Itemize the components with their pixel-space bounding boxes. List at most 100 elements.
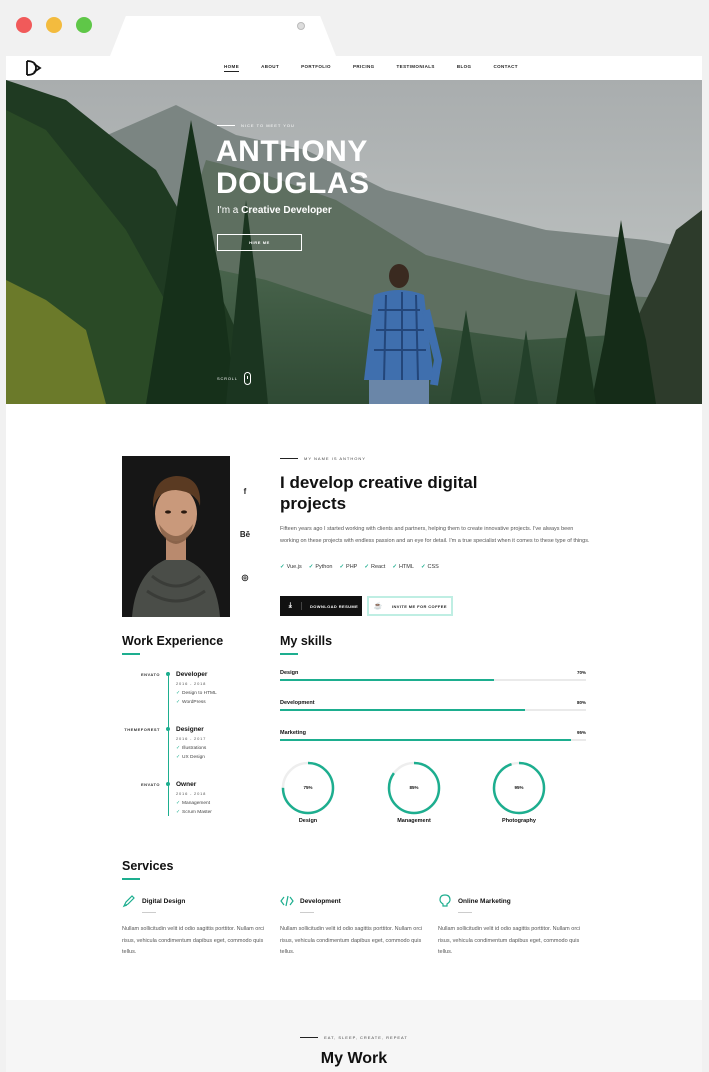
skill-circle: 75%	[280, 760, 336, 816]
about-eyebrow-text: MY NAME IS ANTHONY	[304, 456, 366, 461]
skill-percent: 70%	[576, 670, 586, 675]
navbar: HOME ABOUT PORTFOLIO PRICING TESTIMONIAL…	[6, 56, 702, 80]
nav-pricing[interactable]: PRICING	[353, 64, 375, 69]
timeline-bullet: ✓ Design to HTML	[176, 691, 217, 696]
timeline-company: ENVATO	[140, 782, 160, 787]
download-resume-button[interactable]: ⤓ DOWNLOAD RESUME	[280, 596, 362, 616]
skill-percent: 80%	[576, 700, 586, 705]
service-text: Nullam sollicitudin velit id odio sagitt…	[122, 926, 265, 955]
timeline-bullet: ✓ WordPress	[176, 700, 206, 705]
heading-underline	[122, 653, 140, 655]
service-divider	[458, 912, 472, 913]
circle-percent: 85%	[409, 785, 419, 790]
profile-photo	[122, 456, 230, 617]
skills-title: My skills	[280, 634, 333, 648]
tech-label: Vue.js	[286, 564, 302, 570]
nav-portfolio[interactable]: PORTFOLIO	[301, 64, 331, 69]
nav-blog[interactable]: BLOG	[457, 64, 472, 69]
tech-label: React	[370, 564, 386, 570]
code-icon	[280, 895, 294, 907]
skill-name: Design	[280, 670, 299, 676]
nav-about[interactable]: ABOUT	[261, 64, 279, 69]
nav-testimonials[interactable]: TESTIMONIALS	[397, 64, 435, 69]
work-experience-title: Work Experience	[122, 634, 224, 648]
timeline-dot	[166, 727, 170, 731]
timeline-years: 2016 - 2017	[176, 736, 207, 741]
check-icon: ✓	[364, 564, 369, 570]
skill-track	[280, 709, 586, 711]
timeline-role: Developer	[176, 671, 208, 678]
timeline-bullet: ✓ Management	[176, 801, 210, 806]
minimize-window-button[interactable]	[46, 17, 62, 33]
hero-eyebrow-text: NICE TO MEET YOU	[241, 123, 295, 128]
about-title: I develop creative digital projects	[280, 473, 478, 513]
check-icon: ✓	[392, 564, 397, 570]
circle-label: Management	[397, 818, 431, 824]
hire-me-button[interactable]: HIRE ME	[217, 234, 302, 251]
hero-role-prefix: I'm a	[217, 205, 242, 216]
tech-item: ✓ CSS	[421, 564, 439, 570]
invite-coffee-button[interactable]: ☕ INVITE ME FOR COFFEE	[367, 596, 453, 616]
my-work-section: EAT, SLEEP, CREATE, REPEAT My Work	[6, 1000, 702, 1072]
timeline-bullet: ✓ Illustrations	[176, 746, 206, 751]
skill-name: Marketing	[280, 730, 306, 736]
service-title: Digital Design	[142, 898, 186, 905]
check-icon: ✓	[420, 564, 426, 570]
check-icon: ✓	[176, 801, 181, 806]
check-icon: ✓	[176, 746, 181, 751]
tech-item: ✓ HTML	[392, 564, 414, 570]
close-window-button[interactable]	[16, 17, 32, 33]
circle-percent: 75%	[303, 785, 313, 790]
my-work-eyebrow: EAT, SLEEP, CREATE, REPEAT	[6, 1035, 702, 1040]
skill-circle: 95%	[491, 760, 547, 816]
coffee-icon: ☕	[373, 603, 383, 610]
about-text: Fifteen years ago I started working with…	[280, 526, 590, 544]
check-icon: ✓	[280, 564, 285, 570]
service-divider	[300, 912, 314, 913]
tech-item: ✓ Vue.js	[280, 564, 302, 570]
check-icon: ✓	[176, 755, 181, 760]
skill-circle: 85%	[386, 760, 442, 816]
timeline-bullet: ✓ Scrum Master	[176, 810, 212, 815]
timeline-role: Designer	[176, 726, 204, 733]
tech-label: CSS	[427, 564, 439, 570]
hero-eyebrow: NICE TO MEET YOU	[217, 123, 295, 128]
pen-icon	[122, 895, 135, 908]
service-text: Nullam sollicitudin velit id odio sagitt…	[438, 926, 581, 955]
my-work-eyebrow-text: EAT, SLEEP, CREATE, REPEAT	[324, 1035, 408, 1040]
eyebrow-line	[280, 457, 298, 460]
check-icon: ✓	[176, 691, 181, 696]
tech-label: HTML	[398, 564, 414, 570]
logo-icon[interactable]	[24, 59, 44, 77]
timeline-years: 2016 - 2018	[176, 681, 207, 686]
skill-track	[280, 679, 586, 681]
nav-contact[interactable]: CONTACT	[493, 64, 517, 69]
tech-item: ✓ Python	[309, 564, 333, 570]
about-eyebrow: MY NAME IS ANTHONY	[280, 456, 366, 461]
scroll-indicator[interactable]: SCROLL	[217, 372, 251, 385]
skill-name: Development	[280, 700, 315, 706]
eyebrow-line	[300, 1036, 319, 1039]
skill-fill	[280, 739, 571, 741]
skill-track	[280, 739, 586, 741]
nav-home[interactable]: HOME	[224, 64, 240, 72]
skill-percent: 95%	[576, 730, 586, 735]
tech-label: Python	[315, 564, 333, 570]
bullet-text: Illustrations	[182, 746, 207, 751]
facebook-icon[interactable]: f	[238, 487, 252, 496]
hero-name-first: ANTHONY	[216, 135, 368, 168]
maximize-window-button[interactable]	[76, 17, 92, 33]
my-work-title: My Work	[320, 1050, 388, 1067]
tech-list: ✓ Vue.js ✓ Python ✓ PHP ✓ React ✓ HTML ✓ CSS	[280, 564, 439, 570]
bullet-text: Design to HTML	[182, 691, 217, 696]
hero-name: ANTHONY DOUGLAS	[216, 136, 370, 200]
hero-name-last: DOUGLAS	[216, 167, 370, 200]
main-nav: HOME ABOUT PORTFOLIO PRICING TESTIMONIAL…	[224, 64, 540, 72]
check-icon: ✓	[176, 810, 181, 815]
instagram-icon[interactable]: ◎	[238, 573, 252, 582]
bullet-text: Management	[182, 801, 211, 806]
hero-background-image	[6, 80, 702, 404]
behance-icon[interactable]: Bē	[238, 530, 252, 539]
tab-close-icon[interactable]	[297, 22, 305, 30]
bullet-text: WordPress	[182, 700, 206, 705]
